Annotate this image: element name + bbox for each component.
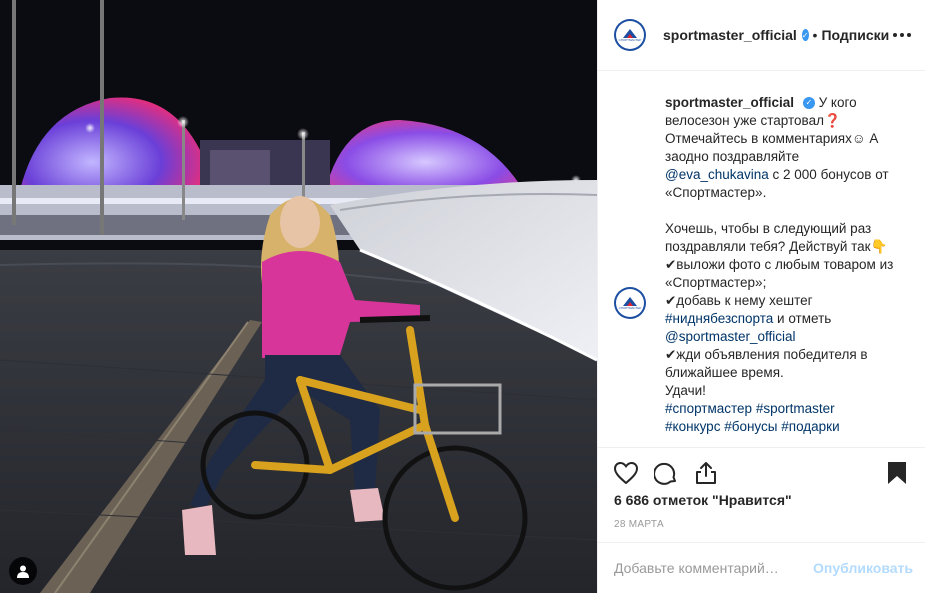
comment-input[interactable] (614, 560, 814, 576)
brand-logo-icon: СПОРТМАСТЕР (616, 21, 644, 49)
more-options-icon[interactable] (889, 29, 915, 41)
likes-count[interactable]: 6 686 отметок "Нравится" (614, 492, 792, 508)
caption-hashtag[interactable]: #бонусы (724, 419, 777, 434)
publish-button[interactable]: Опубликовать (813, 560, 913, 576)
verified-badge-icon: ✓ (801, 29, 809, 41)
caption-hashtag[interactable]: #sportmaster (756, 401, 835, 416)
more-dot (893, 33, 898, 37)
caption-hashtag[interactable]: #подарки (781, 419, 839, 434)
heart-icon[interactable] (614, 461, 638, 485)
post-side-panel: СПОРТМАСТЕР sportmaster_official ✓ • Под… (597, 0, 925, 593)
caption-avatar[interactable]: СПОРТМАСТЕР (614, 287, 646, 319)
share-icon[interactable] (694, 461, 718, 485)
caption-hashtag[interactable]: #конкурс (665, 419, 720, 434)
post-header: СПОРТМАСТЕР sportmaster_official ✓ • Под… (598, 0, 925, 71)
brand-logo-text: СПОРТМАСТЕР (618, 305, 642, 310)
caption-text: ✔жди объявления победителя в ближайшее в… (665, 347, 868, 398)
brand-mark-icon (623, 296, 637, 306)
post-actions-bar (598, 447, 925, 497)
caption-mention[interactable]: @sportmaster_official (665, 329, 796, 344)
post-date[interactable]: 28 марта (614, 519, 664, 530)
brand-logo-text: СПОРТМАСТЕР (618, 37, 642, 42)
more-dot (907, 33, 912, 37)
caption-username[interactable]: sportmaster_official (665, 95, 794, 110)
post-photo-illustration (0, 0, 597, 593)
add-comment-section: Опубликовать (598, 542, 925, 593)
header-separator: • (812, 27, 818, 43)
comment-icon[interactable] (654, 461, 678, 485)
profile-avatar[interactable]: СПОРТМАСТЕР (614, 19, 646, 51)
caption-text: и отметь (773, 311, 836, 326)
following-button[interactable]: Подписки (821, 27, 889, 43)
verified-badge-icon: ✓ (802, 97, 815, 110)
comments-area[interactable]: СПОРТМАСТЕР sportmaster_official ✓ У ког… (598, 72, 925, 447)
brand-mark-icon (623, 28, 637, 38)
user-tag-button[interactable] (9, 557, 37, 585)
more-dot (900, 33, 905, 37)
brand-logo-icon: СПОРТМАСТЕР (616, 289, 644, 317)
caption-text: Хочешь, чтобы в следующий раз поздравлял… (665, 221, 894, 308)
caption-hashtag[interactable]: #спортмастер (665, 401, 752, 416)
post-image[interactable] (0, 0, 597, 593)
bookmark-icon[interactable] (885, 461, 909, 485)
profile-username[interactable]: sportmaster_official (663, 27, 797, 43)
caption-avatar-column: СПОРТМАСТЕР (614, 94, 665, 447)
user-tag-icon (17, 565, 29, 578)
post-caption: sportmaster_official ✓ У кого велосезон … (665, 94, 905, 447)
caption-hashtag[interactable]: #ниднябезспорта (665, 311, 773, 326)
caption-mention[interactable]: @eva_chukavina (665, 167, 769, 182)
